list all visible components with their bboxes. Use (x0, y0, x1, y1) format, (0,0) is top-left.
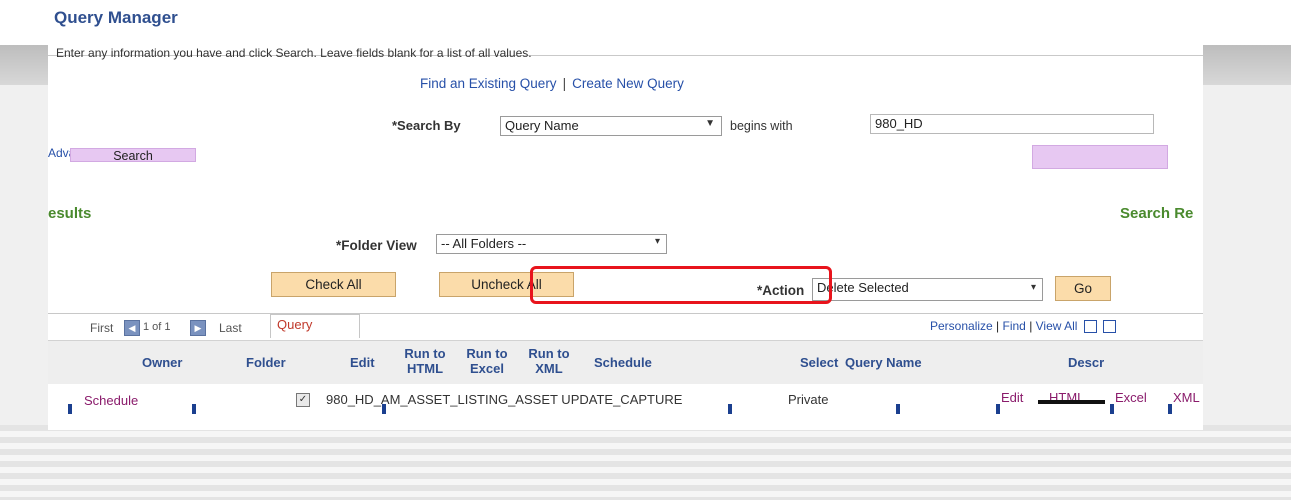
row-marker (192, 404, 196, 414)
edit-link[interactable]: Edit (1001, 390, 1023, 405)
column-owner[interactable]: Owner (142, 355, 182, 370)
download-icon[interactable] (1103, 320, 1117, 334)
background-band-bottom (0, 425, 1291, 500)
query-name-cell: 980_HD_AM_ASSET_LISTING_ASSET UPDATE_CAP… (326, 392, 683, 407)
column-edit: Edit (350, 355, 375, 370)
search-results-heading: esults (48, 205, 92, 222)
grid-row-count: 1 of 1 (143, 321, 171, 333)
find-link[interactable]: Find (1003, 319, 1026, 333)
search-button-secondary[interactable] (1032, 145, 1168, 169)
schedule-link[interactable]: Schedule (84, 393, 138, 408)
action-select[interactable]: Delete Selected ▾ (812, 278, 1043, 301)
column-select: Select (800, 355, 839, 370)
column-run-to-xml: Run to XML (528, 346, 570, 376)
column-folder[interactable]: Folder (246, 355, 286, 370)
select-checkbox[interactable]: ✓ (296, 393, 310, 407)
search-results-heading-right: Search Re (1120, 205, 1194, 222)
underline-artifact (1038, 400, 1105, 404)
row-marker (896, 404, 900, 414)
tab-separator: | (562, 76, 567, 91)
zoom-icon[interactable] (1083, 320, 1097, 334)
row-marker (68, 404, 72, 414)
begins-with-label: begins with (730, 119, 793, 133)
row-marker (382, 404, 386, 414)
page-title: Query Manager (54, 8, 178, 27)
personalize-link[interactable]: Personalize (930, 319, 993, 333)
column-run-to-excel: Run to Excel (466, 346, 508, 376)
search-by-label: *Search By (392, 118, 461, 133)
run-xml-link[interactable]: XML (1173, 390, 1200, 405)
column-query-name[interactable]: Query Name (845, 355, 922, 370)
run-excel-link[interactable]: Excel (1115, 390, 1147, 405)
chevron-down-icon: ▾ (654, 236, 660, 247)
view-all-link[interactable]: View All (1036, 319, 1078, 333)
tab-create-new-query[interactable]: Create New Query (572, 76, 684, 91)
next-arrow-icon[interactable]: ▶ (190, 320, 206, 336)
owner-cell: Private (788, 392, 829, 407)
folder-view-label: *Folder View (336, 238, 417, 253)
row-marker (1110, 404, 1114, 414)
column-run-to-html: Run to HTML (404, 346, 446, 376)
grid-links: Personalize | Find | View All (930, 319, 1117, 334)
column-schedule: Schedule (594, 355, 652, 370)
search-button[interactable]: Search (70, 148, 196, 163)
instruction-text: Enter any information you have and click… (56, 46, 532, 60)
begins-with-input[interactable]: 980_HD (870, 114, 1154, 134)
row-marker (996, 404, 1000, 414)
search-by-value: Query Name (505, 118, 579, 133)
chevron-down-icon: ▼ (705, 118, 715, 129)
tab-find-existing-query[interactable]: Find an Existing Query (420, 76, 557, 91)
grid-query-tab[interactable]: Query (270, 314, 360, 338)
row-marker (1168, 404, 1172, 414)
row-marker (728, 404, 732, 414)
query-tabs: Find an Existing Query | Create New Query (420, 76, 684, 91)
go-button[interactable]: Go (1055, 276, 1111, 301)
chevron-down-icon: ▾ (1030, 282, 1036, 293)
folder-view-value: -- All Folders -- (441, 236, 527, 251)
annotation-highlight-box (530, 266, 832, 304)
grid-last-link[interactable]: Last (219, 321, 242, 335)
folder-view-select[interactable]: -- All Folders -- ▾ (436, 234, 667, 254)
previous-arrow-icon[interactable]: ◀ (124, 320, 140, 336)
check-all-button[interactable]: Check All (271, 272, 396, 297)
column-descr[interactable]: Descr (1068, 355, 1104, 370)
search-by-select[interactable]: Query Name ▼ (500, 116, 722, 136)
grid-first-link[interactable]: First (90, 321, 113, 335)
